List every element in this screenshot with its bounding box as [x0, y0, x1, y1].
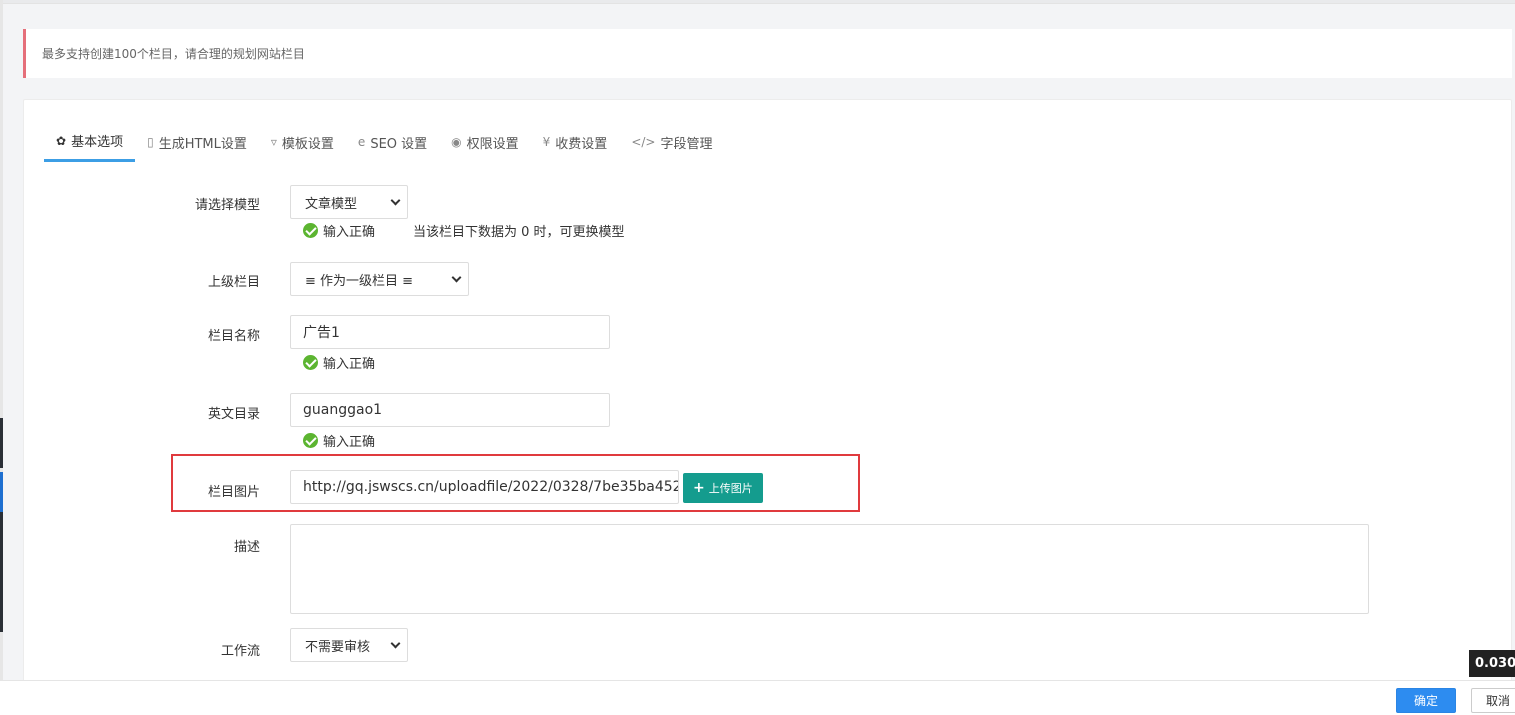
name-status: 输入正确	[303, 353, 375, 372]
user-circle-icon: ◉	[451, 135, 462, 149]
chevron-down-icon	[451, 272, 462, 282]
tab-html[interactable]: ▯ 生成HTML设置	[135, 122, 259, 162]
workflow-label: 工作流	[220, 644, 260, 659]
image-url-input[interactable]: http://gq.jswscs.cn/uploadfile/2022/0328…	[290, 470, 679, 504]
notice-text: 最多支持创建100个栏目，请合理的规划网站栏目	[42, 47, 305, 61]
status-text: 输入正确	[323, 357, 376, 372]
model-value: 文章模型	[305, 196, 358, 212]
image-label: 栏目图片	[207, 485, 260, 500]
notice-banner: 最多支持创建100个栏目，请合理的规划网站栏目	[23, 29, 1512, 78]
tab-basic[interactable]: ✿ 基本选项	[44, 122, 136, 162]
name-label: 栏目名称	[207, 329, 260, 344]
model-status: 输入正确	[303, 221, 375, 240]
check-circle-icon	[303, 355, 318, 370]
tab-charge[interactable]: ¥ 收费设置	[531, 122, 620, 162]
parent-value: ≡ 作为一级栏目 ≡	[305, 273, 414, 289]
desc-label: 描述	[233, 540, 260, 555]
image-url-value: http://gq.jswscs.cn/uploadfile/2022/0328…	[303, 479, 679, 495]
tab-fields[interactable]: </> 字段管理	[619, 122, 724, 162]
model-select[interactable]: 文章模型	[290, 185, 408, 219]
parent-label: 上级栏目	[207, 275, 260, 290]
tab-label: 收费设置	[555, 136, 608, 152]
code-icon: </>	[631, 135, 656, 149]
tab-label: 生成HTML设置	[158, 136, 247, 152]
tab-label: 字段管理	[660, 136, 713, 152]
tab-label: 模板设置	[281, 136, 334, 152]
workflow-value: 不需要审核	[305, 639, 371, 655]
tab-bar: ✿ 基本选项 ▯ 生成HTML设置 ▿ 模板设置 e SEO 设置 ◉ 权限设置…	[44, 122, 724, 162]
chevron-down-icon	[390, 638, 401, 648]
yen-icon: ¥	[542, 135, 551, 149]
left-edge	[0, 0, 3, 715]
file-html-icon: ▯	[147, 135, 154, 149]
gear-icon: ✿	[56, 133, 67, 148]
top-bar	[0, 0, 1515, 4]
status-text: 输入正确	[323, 225, 376, 240]
workflow-select[interactable]: 不需要审核	[290, 628, 408, 662]
timer-badge: 0.030	[1469, 650, 1515, 677]
tab-template[interactable]: ▿ 模板设置	[259, 122, 346, 162]
cancel-button[interactable]: 取消	[1471, 688, 1515, 713]
status-text: 输入正确	[323, 435, 376, 450]
chevron-down-icon	[390, 195, 401, 205]
dir-input[interactable]: guanggao1	[290, 393, 610, 427]
tab-permission[interactable]: ◉ 权限设置	[439, 122, 531, 162]
dir-label: 英文目录	[207, 407, 260, 422]
check-circle-icon	[303, 433, 318, 448]
upload-image-button[interactable]: + 上传图片	[683, 473, 763, 503]
check-circle-icon	[303, 223, 318, 238]
model-label: 请选择模型	[194, 198, 260, 213]
html5-icon: ▿	[270, 135, 277, 149]
confirm-button[interactable]: 确定	[1396, 688, 1456, 713]
tab-label: SEO 设置	[370, 136, 428, 152]
plus-icon: +	[693, 480, 705, 496]
parent-select[interactable]: ≡ 作为一级栏目 ≡	[290, 262, 469, 296]
tab-label: 权限设置	[466, 136, 519, 152]
upload-label: 上传图片	[708, 482, 753, 495]
tab-seo[interactable]: e SEO 设置	[346, 122, 439, 162]
name-input[interactable]: 广告1	[290, 315, 610, 349]
desc-textarea[interactable]	[290, 524, 1369, 614]
model-hint: 当该栏目下数据为 0 时，可更换模型	[413, 225, 625, 240]
dir-value: guanggao1	[303, 402, 383, 418]
ie-icon: e	[357, 135, 366, 149]
name-value: 广告1	[303, 325, 340, 341]
tab-label: 基本选项	[71, 135, 124, 150]
footer-bar	[0, 680, 1515, 715]
dir-status: 输入正确	[303, 431, 375, 450]
